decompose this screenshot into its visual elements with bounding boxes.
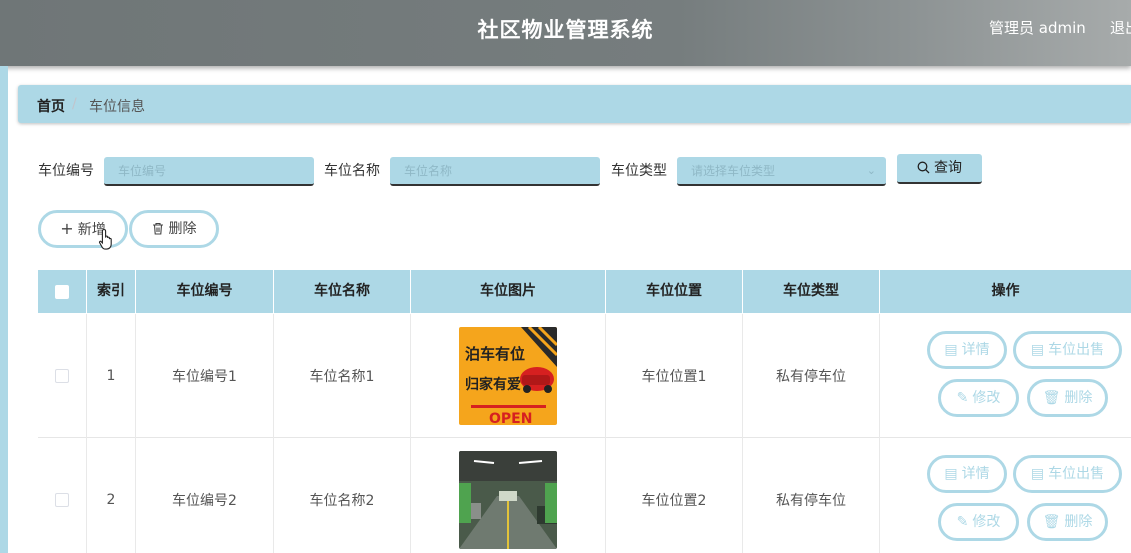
row-location: 车位位置1: [606, 314, 743, 438]
row-index: 2: [87, 438, 136, 553]
delete-button[interactable]: 删除: [129, 210, 219, 248]
row-select-cell: [38, 438, 87, 553]
sell-button[interactable]: ▤ 车位出售: [1013, 455, 1122, 493]
top-header: 社区物业管理系统 管理员 admin 退出: [0, 0, 1131, 66]
row-name: 车位名称1: [274, 314, 411, 438]
document-icon: ▤: [1030, 342, 1045, 358]
row-location: 车位位置2: [606, 438, 743, 553]
hand-cursor-icon: [98, 228, 112, 250]
header-actions: 操作: [991, 283, 1020, 299]
row-name: 车位名称2: [274, 438, 411, 553]
detail-button[interactable]: ▤ 详情: [927, 331, 1007, 369]
edit-icon: ✎: [956, 390, 969, 406]
header-code: 车位编号: [136, 270, 274, 313]
name-filter-label: 车位名称: [324, 163, 380, 179]
detail-button[interactable]: ▤ 详情: [927, 455, 1007, 493]
edit-button[interactable]: ✎ 修改: [938, 379, 1019, 417]
trash-icon: [152, 222, 163, 235]
row-type: 私有停车位: [743, 314, 880, 438]
row-checkbox[interactable]: [55, 369, 69, 383]
parking-image-2[interactable]: [459, 451, 557, 549]
document-icon: ▤: [1030, 466, 1045, 482]
edit-button[interactable]: ✎ 修改: [938, 503, 1019, 541]
app-title: 社区物业管理系统: [477, 18, 654, 42]
table-row: 1 车位编号1 车位名称1 泊车有位 归家有爱 OPEN 车位位置1 私有停车位…: [38, 314, 1131, 438]
header-index: 索引: [87, 270, 136, 313]
query-button-label: 查询: [934, 160, 962, 176]
sell-button[interactable]: ▤ 车位出售: [1013, 331, 1122, 369]
search-icon: [917, 161, 930, 174]
breadcrumb: 首页 / 车位信息: [18, 85, 1131, 123]
breadcrumb-separator: /: [72, 96, 77, 112]
document-icon: ▤: [944, 342, 958, 358]
chevron-down-icon: ⌄: [866, 164, 876, 177]
row-type: 私有停车位: [743, 438, 880, 553]
image-text-1: 泊车有位: [465, 345, 525, 363]
select-all-checkbox[interactable]: [55, 284, 69, 299]
plus-icon: +: [60, 219, 74, 238]
row-code: 车位编号1: [136, 314, 274, 438]
select-all-cell: [38, 270, 87, 313]
row-index: 1: [87, 314, 136, 438]
row-actions: ▤ 详情 ▤ 车位出售 ✎ 修改 🗑 删除: [880, 438, 1131, 553]
row-select-cell: [38, 314, 87, 438]
document-icon: ▤: [944, 466, 958, 482]
header-image: 车位图片: [411, 270, 606, 313]
row-actions: ▤ 详情 ▤ 车位出售 ✎ 修改 🗑 删除: [880, 314, 1131, 438]
trash-icon: 🗑: [1042, 390, 1061, 406]
row-checkbox[interactable]: [55, 493, 69, 507]
code-filter-input[interactable]: 车位编号: [104, 157, 314, 186]
row-code: 车位编号2: [136, 438, 274, 553]
type-filter-label: 车位类型: [611, 163, 667, 179]
header-location: 车位位置: [606, 270, 743, 313]
type-filter-select[interactable]: 请选择车位类型 ⌄: [677, 157, 886, 186]
header-name: 车位名称: [274, 270, 411, 313]
row-delete-button[interactable]: 🗑 删除: [1027, 503, 1108, 541]
delete-button-label: 删除: [168, 221, 197, 237]
code-filter-label: 车位编号: [38, 163, 94, 179]
header-type: 车位类型: [743, 270, 880, 313]
table-row: 2 车位编号2 车位名称2 车位位置2 私有停车位 ▤ 详情 ▤ 车位出售 ✎ …: [38, 438, 1131, 553]
row-image-cell: [411, 438, 606, 553]
row-delete-button[interactable]: 🗑 删除: [1027, 379, 1108, 417]
image-text-3: OPEN: [489, 411, 532, 425]
name-filter-input[interactable]: 车位名称: [390, 157, 600, 186]
current-user: 管理员 admin: [989, 19, 1086, 37]
trash-icon: 🗑: [1042, 514, 1061, 530]
parking-image-1[interactable]: 泊车有位 归家有爱 OPEN: [459, 327, 557, 425]
type-filter-placeholder: 请选择车位类型: [691, 164, 776, 178]
breadcrumb-current: 车位信息: [89, 99, 145, 115]
sidebar-edge: [0, 66, 8, 553]
row-image-cell: 泊车有位 归家有爱 OPEN: [411, 314, 606, 438]
logout-link[interactable]: 退出: [1110, 17, 1131, 38]
edit-icon: ✎: [956, 514, 969, 530]
breadcrumb-home[interactable]: 首页: [37, 96, 65, 116]
image-text-2: 归家有爱: [465, 376, 521, 393]
query-button[interactable]: 查询: [897, 154, 982, 184]
table-header: 索引 车位编号 车位名称 车位图片 车位位置 车位类型 操作: [38, 270, 1131, 313]
